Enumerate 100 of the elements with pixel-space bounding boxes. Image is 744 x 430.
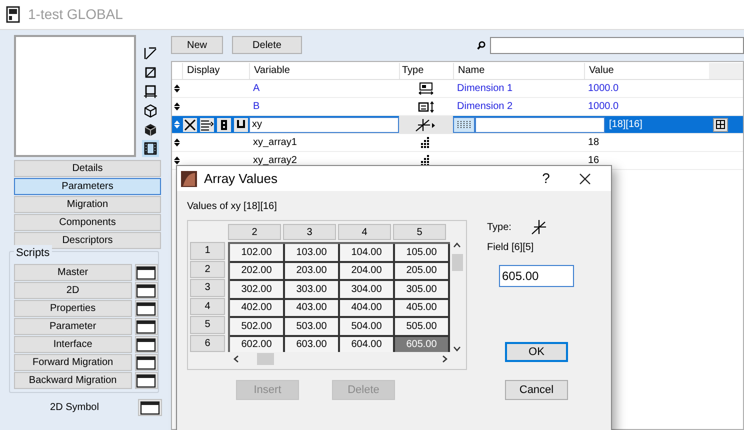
help-button[interactable]: ? [531, 168, 561, 189]
window-icon[interactable] [136, 266, 156, 280]
table-cell[interactable]: 504.00 [340, 318, 395, 336]
table-cell[interactable]: 405.00 [395, 300, 450, 318]
window-icon[interactable] [136, 338, 156, 352]
value-field[interactable]: 605.00 [499, 265, 574, 287]
reorder-icon[interactable] [174, 102, 180, 111]
table-cell[interactable]: 203.00 [285, 262, 340, 281]
search-field[interactable] [490, 36, 744, 54]
reorder-icon[interactable] [174, 84, 180, 93]
group-label: Scripts [14, 245, 52, 262]
window-icon[interactable] [136, 284, 156, 298]
reorder-icon[interactable] [174, 156, 180, 165]
script-button[interactable]: Parameter [14, 318, 132, 335]
solid-cube-icon[interactable] [143, 122, 158, 137]
window-icon[interactable] [136, 374, 156, 388]
script-button[interactable]: Master [14, 264, 132, 281]
reorder-icon[interactable] [174, 138, 180, 147]
table-cell-text: 16 [587, 154, 600, 168]
table-icon[interactable] [143, 84, 158, 99]
script-button[interactable]: 2D [14, 282, 132, 299]
window-icon[interactable] [136, 302, 156, 316]
table-cell[interactable]: 305.00 [395, 281, 450, 300]
align-icon[interactable] [200, 118, 214, 132]
table-cell[interactable]: 604.00 [340, 336, 395, 352]
table-cell[interactable]: 603.00 [285, 336, 340, 352]
row-header[interactable]: 4 [190, 298, 225, 315]
scroll-left-icon[interactable] [233, 354, 239, 362]
table-cell[interactable]: 304.00 [340, 281, 395, 300]
angle-icon [531, 219, 548, 235]
table-cell[interactable]: 402.00 [230, 300, 285, 318]
script-button[interactable]: Interface [14, 336, 132, 353]
table-cell[interactable]: 204.00 [340, 262, 395, 281]
close-icon[interactable] [579, 172, 591, 184]
page-button[interactable]: Components [14, 214, 161, 231]
column-header[interactable]: 4 [338, 224, 391, 240]
row-header[interactable]: 1 [190, 242, 225, 260]
film-icon[interactable] [143, 141, 158, 156]
table-cell[interactable]: 303.00 [285, 281, 340, 300]
table-cell[interactable]: 202.00 [230, 262, 285, 281]
name-field[interactable] [475, 116, 605, 132]
table-cell-text: B [252, 100, 261, 114]
scroll-thumb[interactable] [257, 352, 274, 364]
table-cell[interactable]: 104.00 [340, 244, 395, 262]
line-tool-icon[interactable] [143, 46, 158, 61]
script-button[interactable]: Backward Migration [14, 372, 132, 389]
scroll-thumb[interactable] [452, 254, 462, 271]
row-header[interactable]: 6 [190, 334, 225, 352]
dialog-title: Array Values [204, 170, 278, 188]
table-cell[interactable]: 605.00 [395, 336, 450, 352]
table-cell[interactable]: 103.00 [285, 244, 340, 262]
column-header[interactable]: Display [182, 63, 249, 79]
page-button[interactable]: Details [14, 160, 161, 177]
ok-button[interactable]: OK [505, 342, 568, 362]
table-cell[interactable]: 105.00 [395, 244, 450, 262]
column-header[interactable]: Variable [249, 63, 399, 79]
toolbar-button[interactable]: New [171, 36, 223, 54]
window-icon[interactable] [140, 400, 160, 414]
table-cell[interactable]: 205.00 [395, 262, 450, 281]
table-cell[interactable]: 302.00 [230, 281, 285, 300]
script-button[interactable]: Properties [14, 300, 132, 317]
column-header[interactable]: 2 [228, 224, 281, 240]
delete-icon[interactable] [183, 118, 197, 132]
table-cell[interactable]: 102.00 [230, 244, 285, 262]
script-button[interactable]: Forward Migration [14, 354, 132, 371]
table-row[interactable]: xy_array1 18 [172, 134, 743, 152]
row-header[interactable]: 2 [190, 260, 225, 278]
grid-icon[interactable] [716, 120, 725, 129]
integer-icon [421, 137, 431, 148]
table-row[interactable]: A Dimension 1 1000.0 [172, 80, 743, 98]
column-header[interactable]: 5 [393, 224, 446, 240]
scroll-down-icon[interactable] [453, 346, 461, 352]
window-icon[interactable] [136, 320, 156, 334]
toolbar-button[interactable]: Delete [232, 36, 302, 54]
vertical-scrollbar[interactable] [450, 242, 464, 352]
scroll-right-icon[interactable] [442, 354, 448, 362]
page-button[interactable]: Parameters [14, 178, 161, 195]
row-header[interactable]: 5 [190, 316, 225, 334]
table-row[interactable]: xy [18][16] [172, 116, 743, 134]
page-button[interactable]: Descriptors [14, 232, 161, 249]
square-icon[interactable] [143, 65, 158, 80]
scroll-up-icon[interactable] [453, 242, 461, 248]
array-icon[interactable] [456, 120, 472, 130]
column-header[interactable]: 3 [283, 224, 336, 240]
table-cell[interactable]: 505.00 [395, 318, 450, 336]
table-cell[interactable]: 502.00 [230, 318, 285, 336]
cube-icon[interactable] [143, 103, 158, 118]
table-cell[interactable]: 404.00 [340, 300, 395, 318]
row-header[interactable]: 3 [190, 279, 225, 296]
window-icon[interactable] [136, 356, 156, 370]
column-header[interactable]: Name [453, 63, 584, 79]
table-cell[interactable]: 602.00 [230, 336, 285, 352]
table-cell[interactable]: 503.00 [285, 318, 340, 336]
column-header[interactable]: Type [399, 63, 453, 79]
script-button[interactable]: 2D Symbol [14, 399, 135, 416]
cancel-button[interactable]: Cancel [505, 380, 568, 400]
page-button[interactable]: Migration [14, 196, 161, 213]
table-cell[interactable]: 403.00 [285, 300, 340, 318]
variable-field[interactable]: xy [249, 116, 399, 132]
search-icon [477, 40, 486, 50]
